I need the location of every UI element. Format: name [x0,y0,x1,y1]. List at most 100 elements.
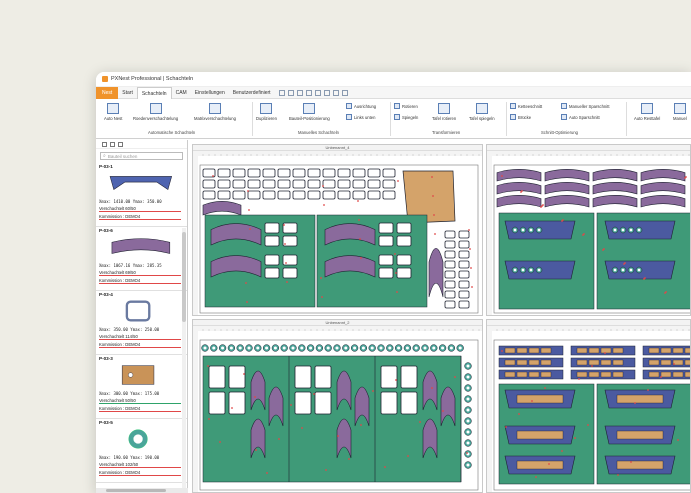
small-frame-part [232,179,246,189]
cut-start-point [357,200,359,202]
ring-hole [221,346,225,350]
nested-part [400,365,418,389]
rotate-button[interactable]: Rotieren [394,103,418,109]
sidebar-hscrollbar[interactable] [96,488,188,493]
matrix-button[interactable]: Matrixverschachtelung [194,103,236,121]
cut-start-point [578,378,580,380]
cut-start-point [325,469,327,471]
tafel-rotate-button[interactable]: Tafel rotieren [432,103,456,121]
bridges-button[interactable]: Brücke [510,114,531,120]
tab-cam[interactable]: CAM [172,87,191,99]
cut-start-point [582,234,584,236]
ruler-top [487,151,690,156]
manual-gap-button[interactable]: Manueller Sparschnitt [561,103,610,109]
layout-icon[interactable] [341,89,348,96]
grid-icon [149,103,162,114]
small-frame-part [458,290,470,299]
small-frame-part [307,168,321,178]
sheet-canvas-3[interactable] [193,326,483,493]
cut-start-point [470,267,472,269]
ribbon-divider [626,102,627,136]
mirror-button[interactable]: Spiegeln [394,114,418,120]
nest-panel-4[interactable] [486,319,691,493]
wood-insert-part [612,359,624,366]
tab-benutzerdefiniert[interactable]: Benutzerdefiniert [229,87,275,99]
part-dimensions: Xmax: 1410.00 Ymax: 350.00 [99,199,162,204]
hscroll-thumb[interactable] [106,489,166,492]
duplicate-button[interactable]: Duplizieren [256,103,277,121]
left-bottom-icon [346,114,352,120]
scrollbar-thumb[interactable] [182,232,186,322]
cut-start-point [290,404,292,406]
tab-einstellungen[interactable]: Einstellungen [191,87,229,99]
auto-nest-icon [107,103,120,114]
tafel-mirror-icon [475,103,488,114]
wood-insert-part [588,347,600,354]
nested-part [294,391,312,415]
cut-start-point [617,474,619,476]
positioning-button[interactable]: Bauteil-Positionierung [289,103,330,121]
sheet-canvas-2[interactable] [487,151,691,316]
manual-rest-button[interactable]: Manuel [673,103,687,121]
auto-nest-button[interactable]: Auto Nest [104,103,122,121]
rowing-button[interactable]: Roedenverschachtelung [133,103,178,121]
tab-schachteln[interactable]: Schachteln [136,86,172,99]
redo-icon[interactable] [332,89,339,96]
cut-start-point [630,461,632,463]
wood-insert-part [648,371,660,378]
nest-panel-2[interactable] [486,144,691,316]
manual-rest-icon [673,103,686,114]
cut-start-point [518,413,520,415]
ring-hole [529,268,533,272]
auto-rest-button[interactable]: Auto Resttafel [634,103,660,121]
part-list-item[interactable]: P-03-5 Xmax: 190.00 Ymax: 190.00 Verschach… [96,419,187,483]
ring-hole [335,346,339,350]
cut-start-point [520,191,522,193]
ring-hole [229,346,233,350]
cut-start-point [286,281,288,283]
sheet-canvas-4[interactable] [487,326,691,493]
export-icon[interactable] [305,89,312,96]
tafel-mirror-button[interactable]: Tafel spiegeln [469,103,495,121]
edit-icon[interactable] [110,141,115,147]
sidebar-scrollbar[interactable] [182,228,186,490]
align-button[interactable]: Ausrichtung [346,103,376,109]
part-list-item[interactable]: P-03-3 Xmax: 300.00 Ymax: 175.00 Verschach… [96,355,187,419]
open-file-icon[interactable] [287,89,294,96]
cut-start-point [323,204,325,206]
small-frame-part [232,190,246,200]
auto-gap-button[interactable]: Auto Sparschnitt [561,114,600,120]
ring-hole [629,268,633,272]
cut-start-point [561,450,563,452]
part-search-input[interactable]: ⌕ Bauteil suchen [100,152,183,160]
import-icon[interactable] [296,89,303,96]
small-frame-part [382,168,396,178]
search-icon: ⌕ [103,153,106,159]
nest-panel-3[interactable]: Unbenannt_2 [192,319,483,493]
ring-hole [238,346,242,350]
nested-part [282,267,298,279]
part-thumbnail [109,176,173,190]
mirror-icon [394,114,400,120]
undo-icon[interactable] [323,89,330,96]
list-icon[interactable] [102,141,107,147]
chain-cut-button[interactable]: Ketteeschnitt [510,103,542,109]
part-list-item[interactable]: P-03-6 Xmax: 1067.16 Ymax: 285.35 Verschac… [96,227,187,291]
wood-insert-part [516,430,564,440]
part-list-item[interactable]: P-03-1 Xmax: 1410.00 Ymax: 350.00 Verschac… [96,163,187,227]
sheet-canvas-1[interactable] [193,151,483,316]
cut-start-point [544,387,546,389]
file-menu[interactable]: Nest [96,86,119,99]
new-file-icon[interactable] [278,89,285,96]
tab-start[interactable]: Start [118,87,137,99]
wood-insert-part [684,371,690,378]
group-label-transform: Transformieren [432,130,461,135]
cut-start-point [395,379,397,381]
cut-start-point [501,350,503,352]
part-list-item[interactable]: P-03-4 Xmax: 350.00 Ymax: 250.00 Verschach… [96,291,187,355]
left-bottom-button[interactable]: Links unten [346,114,375,120]
delete-icon[interactable] [118,141,123,147]
ring-hole [466,419,470,423]
save-icon[interactable] [314,89,321,96]
nest-panel-1[interactable]: Unbenannt_4 [192,144,483,316]
